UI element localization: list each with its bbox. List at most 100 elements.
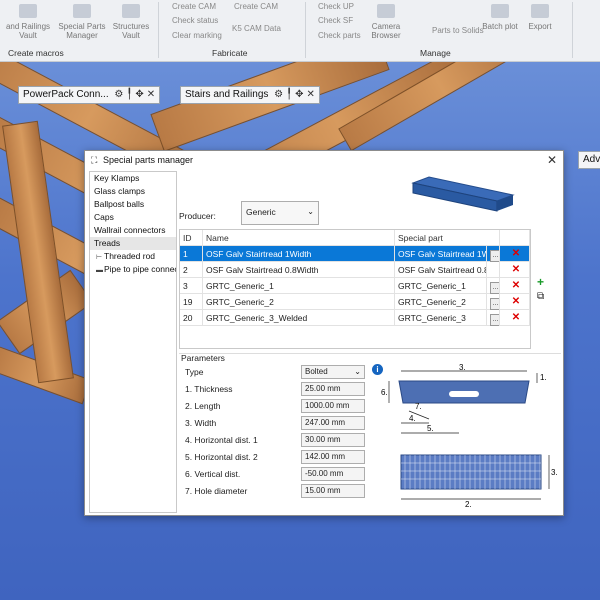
delete-icon[interactable]: ✕ <box>500 262 530 278</box>
cell-special-part[interactable]: OSF Galv Stairtread 1Width <box>395 246 487 262</box>
create-cam-button[interactable]: Create CAM <box>172 2 216 11</box>
col-delete <box>500 230 530 246</box>
export-button[interactable]: Export <box>522 4 558 31</box>
svg-text:2.: 2. <box>465 500 472 509</box>
tree-item-pipe-connect[interactable]: ▬Pipe to pipe connect <box>90 263 176 276</box>
svg-text:7.: 7. <box>415 402 422 411</box>
stairs-railings-toolbar[interactable]: Stairs and Railings ⚙ ╿ ✥ ✕ <box>180 86 320 104</box>
gear-icon[interactable]: ⚙ <box>114 87 123 103</box>
table-row[interactable]: 3 GRTC_Generic_1 GRTC_Generic_1 ... ✕ <box>180 278 530 294</box>
param-label: 5. Horizontal dist. 2 <box>185 452 258 462</box>
group-manage: Manage <box>420 48 451 58</box>
parameters-divider <box>179 353 561 354</box>
vertical-dist-input[interactable]: -50.00 mm <box>301 467 365 481</box>
camera-browser-button[interactable]: Camera Browser <box>368 4 404 40</box>
clear-marking-button[interactable]: Clear marking <box>172 31 222 40</box>
structures-vault-button[interactable]: Structures Vault <box>108 4 154 40</box>
tree-item[interactable]: Wallrail connectors <box>90 224 176 237</box>
cell-special-part[interactable]: GRTC_Generic_1 <box>395 278 487 294</box>
thickness-input[interactable]: 25.00 mm <box>301 382 365 396</box>
cam-data-button[interactable]: K5 CAM Data <box>232 24 281 33</box>
pin-icon[interactable]: ╿ <box>126 87 132 103</box>
width-input[interactable]: 247.00 mm <box>301 416 365 430</box>
cell-name[interactable]: OSF Galv Stairtread 1Width <box>203 246 395 262</box>
special-parts-manager-button[interactable]: Special Parts Manager <box>58 4 106 40</box>
browse-button[interactable]: ... <box>487 246 500 262</box>
cell-special-part[interactable]: GRTC_Generic_3 <box>395 310 487 326</box>
table-row[interactable]: 2 OSF Galv Stairtread 0.8Width OSF Galv … <box>180 262 530 278</box>
group-fabricate: Fabricate <box>212 48 248 58</box>
add-icon[interactable]: + <box>537 275 544 289</box>
hole-diameter-input[interactable]: 15.00 mm <box>301 484 365 498</box>
browse-button[interactable] <box>487 262 500 278</box>
svg-text:5.: 5. <box>427 424 434 433</box>
tree-item[interactable]: Caps <box>90 211 176 224</box>
cell-name[interactable]: GRTC_Generic_2 <box>203 294 395 310</box>
move-icon[interactable]: ✥ <box>295 87 303 103</box>
close-icon[interactable]: ✕ <box>147 87 155 103</box>
check-up-button[interactable]: Check UP <box>318 2 354 11</box>
copy-icon[interactable]: ⧉ <box>537 291 544 302</box>
param-label: 3. Width <box>185 418 217 428</box>
delete-icon[interactable]: ✕ <box>500 246 530 262</box>
param-label: 7. Hole diameter <box>185 486 248 496</box>
cell-id: 2 <box>180 262 203 278</box>
ribbon: and Railings Vault Special Parts Manager S… <box>0 0 600 62</box>
close-icon[interactable]: ✕ <box>547 153 557 167</box>
batch-plot-icon <box>491 4 509 18</box>
rod-icon: ⊢ <box>96 254 103 261</box>
chevron-down-icon: ⌄ <box>307 207 314 216</box>
close-icon[interactable]: ✕ <box>307 87 315 103</box>
parts-to-solids-button[interactable]: Parts to Solids <box>432 26 484 35</box>
cell-special-part[interactable]: GRTC_Generic_2 <box>395 294 487 310</box>
cell-name[interactable]: GRTC_Generic_3_Welded <box>203 310 395 326</box>
horizontal-dist-1-input[interactable]: 30.00 mm <box>301 433 365 447</box>
create-cam-top[interactable]: Create CAM <box>234 2 278 11</box>
param-label: Type <box>185 367 204 377</box>
table-row[interactable]: 20 GRTC_Generic_3_Welded GRTC_Generic_3 … <box>180 310 530 326</box>
railings-vault-button[interactable]: and Railings Vault <box>0 4 56 40</box>
batch-plot-button[interactable]: Batch plot <box>478 4 522 31</box>
check-sf-button[interactable]: Check SF <box>318 16 353 25</box>
gear-icon[interactable]: ⚙ <box>274 87 283 103</box>
delete-icon[interactable]: ✕ <box>500 310 530 326</box>
group-create-macros: Create macros <box>8 48 64 58</box>
check-parts-button[interactable]: Check parts <box>318 31 361 40</box>
check-status-button[interactable]: Check status <box>172 16 218 25</box>
horizontal-dist-2-input[interactable]: 142.00 mm <box>301 450 365 464</box>
tree-item[interactable]: Key Klamps <box>90 172 176 185</box>
move-icon[interactable]: ✥ <box>135 87 143 103</box>
tree-item[interactable]: Glass clamps <box>90 185 176 198</box>
table-row[interactable]: 19 GRTC_Generic_2 GRTC_Generic_2 ... ✕ <box>180 294 530 310</box>
producer-select[interactable]: Generic ⌄ <box>241 201 319 225</box>
svg-text:4.: 4. <box>409 414 416 423</box>
dim-label: 3. <box>459 363 466 372</box>
grid-header: ID Name Special part <box>180 230 530 246</box>
dimension-diagram: 3. 6. 1. 7. 4. 5. 2. 3. <box>381 363 558 509</box>
powerpack-toolbar[interactable]: PowerPack Conn... ⚙ ╿ ✥ ✕ <box>18 86 161 104</box>
browse-button[interactable]: ... <box>487 310 500 326</box>
cell-name[interactable]: OSF Galv Stairtread 0.8Width <box>203 262 395 278</box>
delete-icon[interactable]: ✕ <box>500 294 530 310</box>
type-select[interactable]: Bolted ⌄ <box>301 365 365 379</box>
vault-icon <box>122 4 140 18</box>
tree-item-threaded-rod[interactable]: ⊢ Threaded rod <box>90 250 176 263</box>
browse-button[interactable]: ... <box>487 294 500 310</box>
special-parts-manager-dialog: ⛶ Special parts manager ✕ Key Klamps Gla… <box>84 150 564 516</box>
browse-button[interactable]: ... <box>487 278 500 294</box>
cell-name[interactable]: GRTC_Generic_1 <box>203 278 395 294</box>
table-row[interactable]: 1 OSF Galv Stairtread 1Width OSF Galv St… <box>180 246 530 262</box>
tree-item[interactable]: Ballpost balls <box>90 198 176 211</box>
col-id: ID <box>180 230 203 246</box>
length-input[interactable]: 1000.00 mm <box>301 399 365 413</box>
chevron-down-icon: ⌄ <box>354 367 361 376</box>
delete-icon[interactable]: ✕ <box>500 278 530 294</box>
tree-item-treads[interactable]: Treads <box>90 237 176 250</box>
param-label: 4. Horizontal dist. 1 <box>185 435 258 445</box>
cell-id: 20 <box>180 310 203 326</box>
cell-id: 3 <box>180 278 203 294</box>
cell-special-part[interactable]: OSF Galv Stairtread 0.8Width <box>395 262 487 278</box>
pin-icon[interactable]: ╿ <box>286 87 292 103</box>
col-name: Name <box>203 230 395 246</box>
adv-toolbar[interactable]: Adv <box>578 151 600 169</box>
